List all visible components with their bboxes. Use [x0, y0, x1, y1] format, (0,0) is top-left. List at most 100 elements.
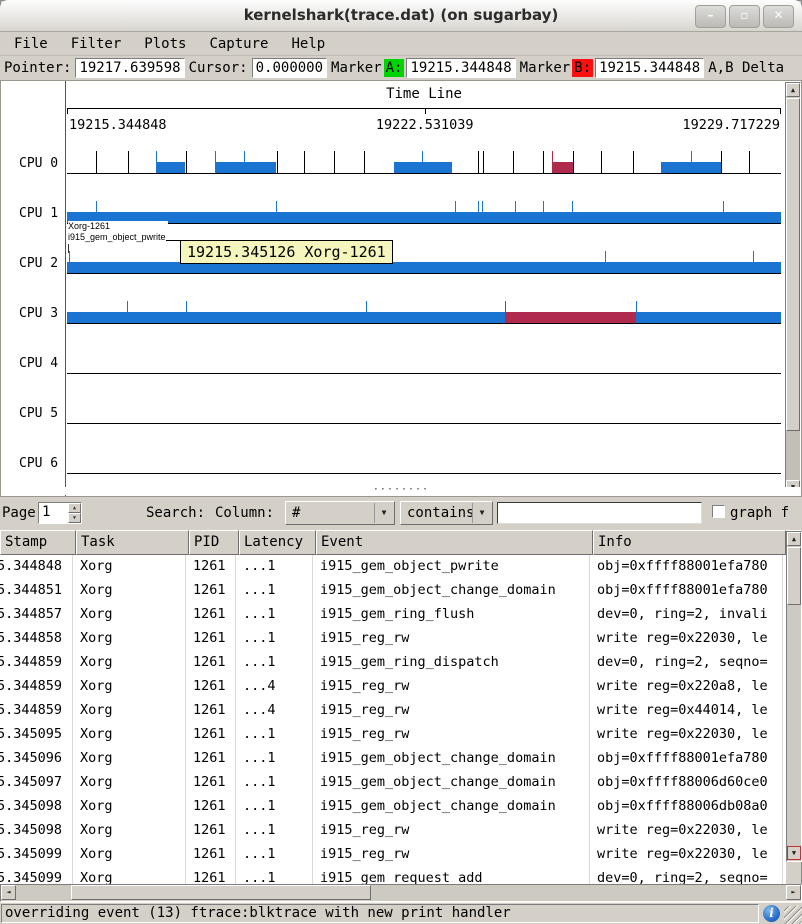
- table-row[interactable]: 5.344858Xorg1261...1i915_reg_rwwrite reg…: [0, 627, 786, 651]
- table-row[interactable]: 5.344848Xorg1261...1i915_gem_object_pwri…: [0, 555, 786, 579]
- match-select[interactable]: contains ▼: [400, 501, 493, 525]
- table-row[interactable]: 5.344859Xorg1261...1i915_gem_ring_dispat…: [0, 651, 786, 675]
- timeline-graph-pane[interactable]: CPU 0CPU 1CPU 2CPU 3CPU 4CPU 5CPU 6 Time…: [0, 80, 802, 497]
- cell-task: Xorg: [73, 771, 186, 795]
- table-row[interactable]: 5.345097Xorg1261...1i915_gem_object_chan…: [0, 771, 786, 795]
- table-row[interactable]: 5.344851Xorg1261...1i915_gem_object_chan…: [0, 579, 786, 603]
- page-label: Page: [2, 505, 36, 521]
- event-tick[interactable]: [478, 151, 479, 173]
- graph-follows-checkbox[interactable]: [712, 505, 725, 518]
- tooltip-pointer-line: [166, 240, 181, 241]
- task-bar[interactable]: [661, 162, 721, 173]
- menu-item-file[interactable]: File: [5, 34, 57, 54]
- spin-down-icon[interactable]: ▼: [68, 513, 81, 523]
- table-row[interactable]: 5.344859Xorg1261...4i915_reg_rwwrite reg…: [0, 675, 786, 699]
- timeline-plot[interactable]: Time Line 19215.344848 19222.531039 1922…: [67, 81, 781, 496]
- event-tick[interactable]: [96, 151, 97, 173]
- chevron-down-icon[interactable]: ▼: [374, 503, 393, 523]
- cell-task: Xorg: [73, 579, 186, 603]
- cpu-baseline-2: [67, 273, 781, 274]
- event-tick[interactable]: [721, 151, 722, 173]
- table-row[interactable]: 5.345096Xorg1261...1i915_gem_object_chan…: [0, 747, 786, 771]
- cell-latency: ...1: [236, 555, 313, 579]
- menu-item-capture[interactable]: Capture: [200, 34, 277, 54]
- table-scrollbar-thumb[interactable]: [787, 547, 801, 605]
- scroll-right-icon[interactable]: ►: [786, 885, 801, 900]
- info-icon[interactable]: i: [763, 905, 780, 922]
- column-header-stamp[interactable]: Stamp: [0, 530, 76, 555]
- table-row[interactable]: 5.345099Xorg1261...1i915_gem_request_add…: [0, 867, 786, 884]
- event-tick[interactable]: [633, 151, 634, 173]
- menu-item-filter[interactable]: Filter: [62, 34, 131, 54]
- task-bar[interactable]: [67, 262, 781, 273]
- column-select[interactable]: # ▼: [285, 501, 395, 525]
- task-bar[interactable]: [156, 162, 185, 173]
- table-row[interactable]: 5.344857Xorg1261...1i915_gem_ring_flushd…: [0, 603, 786, 627]
- cursor-label: Cursor:: [189, 60, 248, 76]
- window-title: kernelshark(trace.dat) (on sugarbay): [0, 6, 802, 24]
- scroll-down-icon[interactable]: ▼: [787, 846, 801, 860]
- task-bar[interactable]: [67, 312, 781, 323]
- event-tick[interactable]: [513, 151, 514, 173]
- column-header-latency[interactable]: Latency: [239, 530, 316, 555]
- cell-event: i915_gem_object_change_domain: [313, 795, 590, 819]
- table-row[interactable]: 5.345098Xorg1261...1i915_reg_rwwrite reg…: [0, 819, 786, 843]
- column-header-info[interactable]: Info: [593, 530, 786, 555]
- graph-vertical-scrollbar[interactable]: ▲ ▼: [785, 82, 801, 495]
- close-button[interactable]: ✕: [763, 5, 794, 28]
- cell-event: i915_gem_ring_dispatch: [313, 651, 590, 675]
- menu-bar: FileFilterPlotsCaptureHelp: [0, 32, 802, 56]
- search-input[interactable]: [497, 502, 702, 524]
- task-bar[interactable]: [67, 212, 781, 223]
- task-bar[interactable]: [215, 162, 276, 173]
- column-header-pid[interactable]: PID: [189, 530, 239, 555]
- time-label-middle: 19222.531039: [376, 117, 474, 133]
- minimize-button[interactable]: –: [695, 5, 726, 28]
- marker-b-label: Marker: [520, 60, 571, 76]
- scroll-left-icon[interactable]: ◄: [1, 885, 16, 900]
- cpu-label-3: CPU 3: [19, 306, 58, 321]
- event-tick[interactable]: [749, 151, 750, 173]
- column-header-event[interactable]: Event: [316, 530, 593, 555]
- maximize-button[interactable]: ▫: [729, 5, 760, 28]
- cell-latency: ...4: [236, 699, 313, 723]
- table-row[interactable]: 5.345095Xorg1261...1i915_reg_rwwrite reg…: [0, 723, 786, 747]
- event-tick[interactable]: [601, 151, 602, 173]
- task-bar[interactable]: [394, 162, 452, 173]
- event-tick[interactable]: [364, 151, 365, 173]
- event-tick[interactable]: [483, 151, 484, 173]
- event-tick[interactable]: [277, 151, 278, 173]
- scroll-up-icon[interactable]: ▲: [786, 83, 800, 97]
- page-spinbox[interactable]: 1 ▲ ▼: [38, 502, 82, 524]
- table-row[interactable]: 5.344859Xorg1261...4i915_reg_rwwrite reg…: [0, 699, 786, 723]
- column-header-task[interactable]: Task: [76, 530, 189, 555]
- graph-scrollbar-thumb[interactable]: [786, 98, 800, 431]
- event-tick[interactable]: [334, 151, 335, 173]
- event-tick[interactable]: [128, 151, 129, 173]
- table-row[interactable]: 5.345098Xorg1261...1i915_gem_object_chan…: [0, 795, 786, 819]
- resize-grip[interactable]: [784, 906, 802, 924]
- spin-up-icon[interactable]: ▲: [68, 503, 81, 513]
- chevron-down-icon[interactable]: ▼: [472, 503, 491, 523]
- event-tick[interactable]: [573, 151, 574, 173]
- pane-splitter-handle[interactable]: ········: [1, 487, 801, 495]
- title-bar[interactable]: kernelshark(trace.dat) (on sugarbay) – ▫…: [0, 0, 802, 32]
- event-tick[interactable]: [304, 151, 305, 173]
- marker-a-label: Marker: [331, 60, 382, 76]
- cell-stamp: 5.344851: [0, 579, 73, 603]
- table-row[interactable]: 5.345099Xorg1261...1i915_reg_rwwrite reg…: [0, 843, 786, 867]
- event-tick[interactable]: [186, 151, 187, 173]
- hscrollbar-thumb[interactable]: [71, 885, 371, 900]
- scroll-up-icon[interactable]: ▲: [787, 532, 801, 546]
- event-table[interactable]: 5.344848Xorg1261...1i915_gem_object_pwri…: [0, 555, 786, 884]
- menu-item-help[interactable]: Help: [282, 34, 334, 54]
- task-bar[interactable]: [505, 312, 636, 323]
- cursor-value: 0.000000: [252, 58, 327, 78]
- event-tick[interactable]: [543, 151, 544, 173]
- table-horizontal-scrollbar[interactable]: ◄ ►: [0, 884, 802, 902]
- menu-item-plots[interactable]: Plots: [135, 34, 195, 54]
- table-vertical-scrollbar[interactable]: ▲ ▼: [786, 531, 802, 862]
- task-bar[interactable]: [552, 162, 573, 173]
- cell-latency: ...1: [236, 603, 313, 627]
- graph-scrollbar-track[interactable]: [786, 431, 800, 482]
